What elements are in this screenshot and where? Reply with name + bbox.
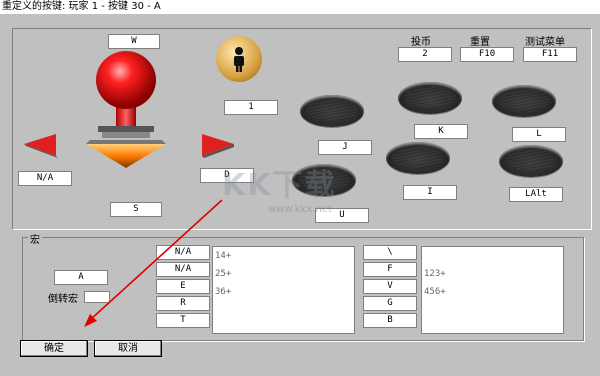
action-button-i[interactable] <box>386 142 450 174</box>
test-menu-field[interactable]: F11 <box>523 47 577 62</box>
reset-field[interactable]: F10 <box>460 47 514 62</box>
action-j-field[interactable]: J <box>318 140 372 155</box>
right-macro-sequence[interactable]: 123+ 456+ <box>421 246 564 334</box>
left-macro-sequence[interactable]: 14+ 25+ 36+ <box>212 246 355 334</box>
button1-field[interactable]: 1 <box>224 100 278 115</box>
joystick-graphic <box>86 51 166 168</box>
macro-key-field[interactable]: A <box>54 270 108 285</box>
right-key-4[interactable]: G <box>363 296 417 311</box>
left-key-3[interactable]: E <box>156 279 210 294</box>
left-key-4[interactable]: R <box>156 296 210 311</box>
right-sequence-line: 123+ <box>424 269 446 279</box>
left-sequence-line: 25+ <box>215 269 232 279</box>
test-menu-title: 测试菜单 <box>525 37 565 48</box>
joystick-down-field[interactable]: S <box>110 202 162 217</box>
macro-group-label: 宏 <box>28 231 42 246</box>
reverse-macro-label: 倒转宏 <box>48 294 78 305</box>
action-button-j[interactable] <box>300 95 364 127</box>
cancel-button[interactable]: 取消 <box>94 340 162 357</box>
action-i-field[interactable]: I <box>403 185 457 200</box>
coin-field[interactable]: 2 <box>398 47 452 62</box>
right-key-3[interactable]: V <box>363 279 417 294</box>
right-key-5[interactable]: B <box>363 313 417 328</box>
left-sequence-line: 36+ <box>215 287 232 297</box>
action-lalt-field[interactable]: LAlt <box>509 187 563 202</box>
left-sequence-line: 14+ <box>215 251 232 261</box>
player-icon <box>216 36 262 82</box>
right-sequence-line: 456+ <box>424 287 446 297</box>
coin-title: 投币 <box>411 37 431 48</box>
action-button-lalt[interactable] <box>499 145 563 177</box>
right-key-1[interactable]: \ <box>363 245 417 260</box>
right-arrow-icon <box>202 134 234 158</box>
watermark-url: www.kkx.net <box>268 204 332 215</box>
window-title: 重定义的按键: 玩家 1 - 按键 30 - A <box>0 0 600 14</box>
reset-title: 重置 <box>470 37 490 48</box>
left-key-2[interactable]: N/A <box>156 262 210 277</box>
watermark: KK下载 <box>222 168 337 203</box>
left-key-5[interactable]: T <box>156 313 210 328</box>
left-key-1[interactable]: N/A <box>156 245 210 260</box>
reverse-macro-field[interactable] <box>84 291 110 303</box>
right-sequence-line <box>422 247 563 265</box>
right-key-2[interactable]: F <box>363 262 417 277</box>
joystick-up-field[interactable]: W <box>108 34 160 49</box>
action-l-field[interactable]: L <box>512 127 566 142</box>
ok-button[interactable]: 确定 <box>20 340 88 357</box>
joystick-left-field[interactable]: N/A <box>18 171 72 186</box>
action-button-k[interactable] <box>398 82 462 114</box>
left-arrow-icon <box>24 134 58 158</box>
action-k-field[interactable]: K <box>414 124 468 139</box>
action-button-l[interactable] <box>492 85 556 117</box>
